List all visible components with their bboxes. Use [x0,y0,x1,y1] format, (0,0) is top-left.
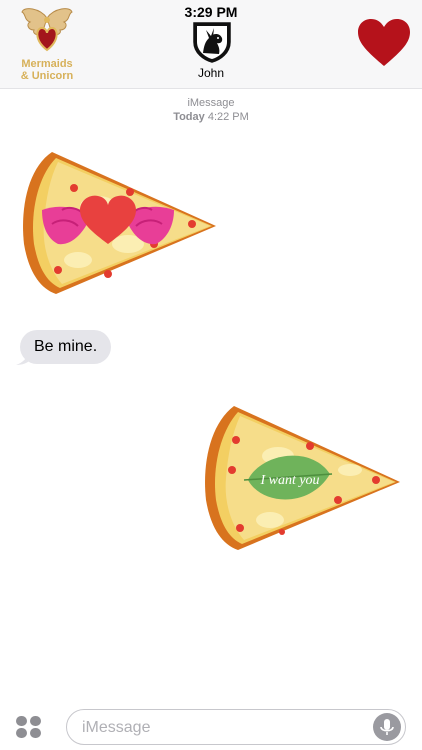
pizza-heart-wings-sticker[interactable] [18,148,218,296]
compose-bar [0,700,422,750]
microphone-button[interactable] [373,713,401,741]
message-input-box[interactable] [66,709,406,746]
pizza-heart-wings-sticker-icon [23,152,216,294]
timestamp-day: Today [173,111,205,123]
microphone-icon [380,719,394,735]
contact-avatar[interactable] [190,20,234,64]
message-timestamp: Today 4:22 PM [0,111,422,123]
pizza-leaf-sticker-icon: I want you [205,406,400,550]
message-service-label: iMessage [187,97,235,109]
received-message-bubble[interactable]: Be mine. [20,330,112,364]
unicorn-shield-icon [193,22,231,63]
app-drawer-icon [16,716,27,726]
contact-name[interactable]: John [0,66,422,80]
heart-icon [358,19,410,66]
heart-button[interactable] [357,18,411,68]
pizza-leaf-sticker[interactable]: I want you [200,404,402,552]
sticker-caption: I want you [259,473,319,488]
conversation-header: Mermaids & Unicorn 3:29 PM John [0,0,422,89]
app-drawer-button[interactable] [14,714,44,740]
message-input[interactable] [80,710,364,746]
timestamp-time: 4:22 PM [207,111,249,123]
